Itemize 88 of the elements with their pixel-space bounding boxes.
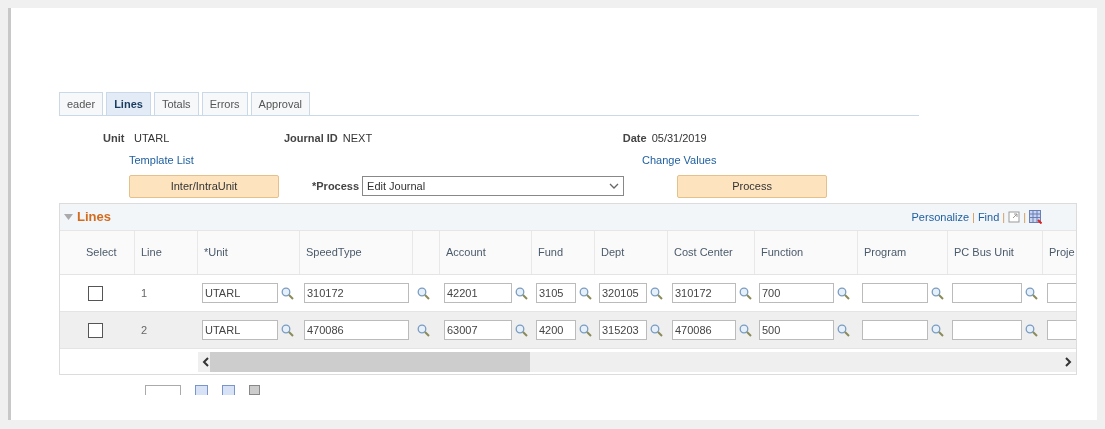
lines-to-add-field[interactable] [145, 385, 181, 395]
tab[interactable]: Approval [250, 92, 310, 115]
chevron-down-icon [609, 183, 620, 189]
column-header: Function [761, 245, 804, 261]
input-field[interactable] [952, 320, 1022, 340]
column-header: Select [86, 245, 117, 261]
collapse-triangle-icon[interactable] [64, 214, 73, 220]
search-icon[interactable] [515, 286, 528, 300]
search-icon[interactable] [579, 286, 592, 300]
change-values-link[interactable]: Change Values [642, 151, 717, 169]
input-field[interactable] [1047, 320, 1076, 340]
input-field[interactable] [862, 320, 928, 340]
input-field[interactable]: 320105 [599, 283, 647, 303]
tab[interactable]: Errors [201, 92, 248, 115]
search-icon[interactable] [931, 286, 944, 300]
chevron-left-icon[interactable] [202, 356, 210, 367]
process-dropdown[interactable]: Edit Journal [362, 176, 625, 196]
chevron-right-icon[interactable] [1064, 356, 1072, 367]
input-field[interactable]: 4200 [536, 320, 576, 340]
input-field[interactable]: 315203 [599, 320, 647, 340]
search-icon[interactable] [417, 323, 430, 337]
input-field[interactable]: 700 [759, 283, 834, 303]
add-row-icon[interactable] [195, 385, 208, 395]
journal-id-value: NEXT [342, 130, 374, 146]
find-link[interactable]: Find [977, 208, 1000, 226]
column-header: Line [141, 245, 162, 261]
search-icon[interactable] [1025, 323, 1038, 337]
process-label: *Process [312, 178, 360, 194]
scrollbar-thumb[interactable] [210, 351, 530, 372]
spreadsheet-icon[interactable] [1029, 210, 1042, 224]
template-list-link[interactable]: Template List [129, 151, 642, 169]
input-field[interactable]: 42201 [444, 283, 512, 303]
process-button[interactable]: Process [677, 174, 828, 198]
search-icon[interactable] [837, 286, 850, 300]
grid-title: Lines [77, 208, 111, 227]
column-header: Account [446, 245, 486, 261]
input-field[interactable] [1047, 283, 1076, 303]
date-value: 05/31/2019 [651, 130, 707, 146]
column-header: Fund [538, 245, 564, 261]
input-field[interactable]: 470086 [304, 320, 409, 340]
horizontal-scrollbar[interactable] [198, 351, 1076, 372]
search-icon[interactable] [650, 286, 663, 300]
input-field[interactable]: 310172 [304, 283, 409, 303]
input-field[interactable]: 500 [759, 320, 834, 340]
search-icon[interactable] [579, 323, 592, 337]
input-field[interactable]: 3105 [536, 283, 576, 303]
search-icon[interactable] [515, 323, 528, 337]
unit-value: UTARL [134, 130, 171, 146]
column-header: Dept [601, 245, 625, 261]
select-checkbox[interactable] [88, 285, 103, 301]
line-number: 2 [141, 322, 148, 338]
separator: | [1002, 209, 1006, 225]
unit-label: Unit [103, 130, 126, 146]
tab[interactable]: Totals [153, 92, 199, 115]
search-icon[interactable] [281, 323, 294, 337]
separator: | [1023, 209, 1026, 225]
column-header: Program [864, 245, 907, 261]
search-icon[interactable] [931, 323, 944, 337]
tab[interactable]: eader [59, 92, 104, 115]
date-label: Date [622, 130, 647, 146]
personalize-link[interactable]: Personalize [911, 208, 969, 226]
input-field[interactable]: UTARL [202, 320, 278, 340]
line-number: 1 [141, 285, 148, 301]
input-field[interactable]: 63007 [444, 320, 512, 340]
separator: | [972, 209, 975, 225]
search-icon[interactable] [1025, 286, 1038, 300]
input-field[interactable] [862, 283, 928, 303]
column-header: Proje [1049, 245, 1075, 261]
search-icon[interactable] [739, 286, 752, 300]
column-header: SpeedType [306, 245, 362, 261]
column-header: *Unit [204, 245, 228, 261]
column-header: PC Bus Unit [954, 245, 1014, 261]
input-field[interactable]: 470086 [672, 320, 736, 340]
search-icon[interactable] [837, 323, 850, 337]
input-field[interactable] [952, 283, 1022, 303]
journal-id-label: Journal ID [284, 130, 338, 146]
inter-intra-unit-button[interactable]: Inter/IntraUnit [129, 174, 279, 198]
search-icon[interactable] [281, 286, 294, 300]
search-icon[interactable] [650, 323, 663, 337]
input-field[interactable]: 310172 [672, 283, 736, 303]
tab[interactable]: Lines [106, 92, 151, 115]
search-icon[interactable] [417, 286, 430, 300]
popout-icon[interactable] [1008, 211, 1021, 223]
delete-row-icon[interactable] [222, 385, 235, 395]
search-icon[interactable] [739, 323, 752, 337]
column-header: Cost Center [674, 245, 733, 261]
select-checkbox[interactable] [88, 322, 103, 338]
input-field[interactable]: UTARL [202, 283, 278, 303]
